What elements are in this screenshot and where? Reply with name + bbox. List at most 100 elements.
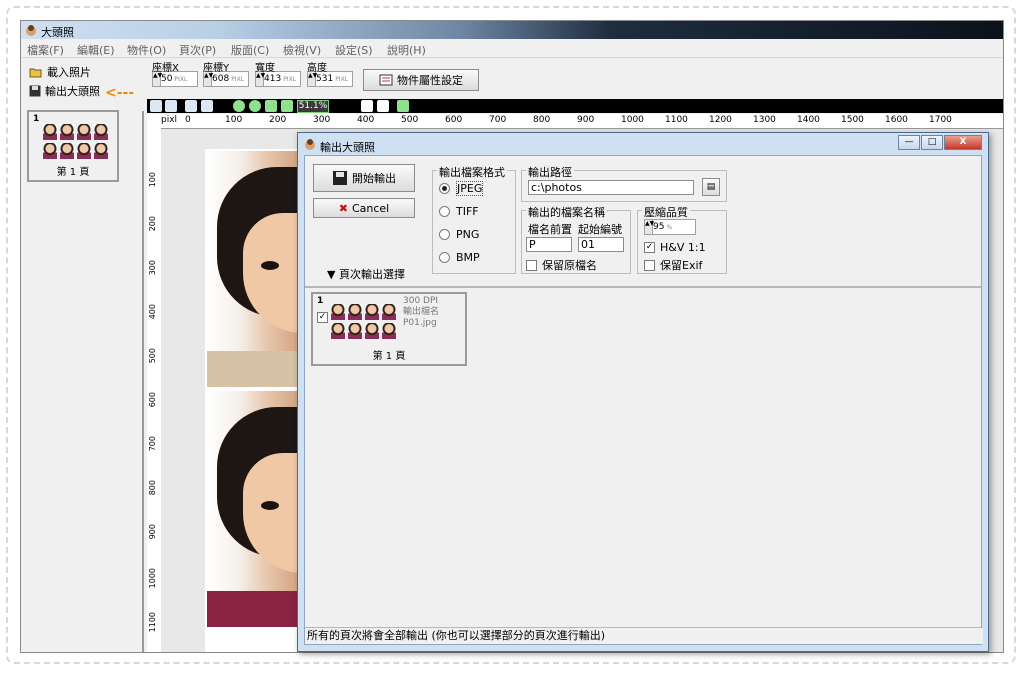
dialog-app-icon (305, 139, 315, 150)
menu-view[interactable]: 檢視(V) (283, 42, 321, 58)
close-button[interactable]: X (944, 135, 982, 150)
vruler-tick: 1100 (148, 612, 157, 633)
menu-bar: 檔案(F) 編輯(E) 物件(O) 頁次(P) 版面(C) 檢視(V) 設定(S… (21, 40, 1003, 58)
export-dialog: 輸出大頭照 — □ X 開始輸出 ✖ Cancel ▼ 頁次輸出選擇 輸出檔案格… (297, 132, 989, 652)
cancel-button[interactable]: ✖ Cancel (313, 198, 415, 218)
zoom-level: 51.1% (297, 100, 329, 113)
save-icon (333, 171, 347, 185)
quality-group: 壓縮品質 ▲▼ 95% ✓ H&V 1:1 保留Exif (637, 204, 727, 274)
vruler-tick: 600 (148, 392, 157, 408)
quality-input[interactable]: ▲▼ 95% (644, 219, 696, 235)
thumb-photos (43, 124, 108, 159)
redo-icon[interactable] (165, 100, 177, 112)
browse-folder-button[interactable]: ▤ (702, 178, 720, 196)
keep-exif-checkbox[interactable]: 保留Exif (644, 257, 702, 273)
app-icon (26, 25, 36, 36)
height-input[interactable]: ▲▼ 531 PIXL (307, 71, 353, 87)
copy-icon[interactable] (185, 100, 197, 112)
start-number-input[interactable]: 01 (578, 237, 624, 252)
format-group: 輸出檔案格式 JPEG TIFF PNG BMP (432, 164, 516, 274)
height-field: 高度 ▲▼ 531 PIXL (307, 59, 353, 87)
vertical-ruler: 100 200 300 400 500 600 700 800 900 1000 1100 (147, 114, 162, 652)
dialog-body: 開始輸出 ✖ Cancel ▼ 頁次輸出選擇 輸出檔案格式 JPEG TIFF … (304, 155, 983, 645)
hv-ratio-checkbox[interactable]: ✓ H&V 1:1 (644, 241, 706, 254)
path-group: 輸出路徑 c:\photos ▤ (521, 164, 727, 202)
export-photo-label: 輸出大頭照 (45, 85, 100, 98)
pointer-arrow: <--- (105, 85, 135, 101)
menu-edit[interactable]: 編輯(E) (77, 42, 115, 58)
panel-splitter[interactable] (142, 111, 144, 652)
page-thumbnail-item[interactable]: 1 ✓ 300 DPI 輸出檔名 P01.jpg 第 1 頁 (311, 292, 467, 366)
paste-icon[interactable] (201, 100, 213, 112)
coord-y-field: 座標Y ▲▼ 608 PIXL (203, 59, 249, 87)
prefix-label: 檔名前置 (528, 223, 572, 236)
load-photo-label: 載入照片 (47, 66, 91, 79)
radio-tiff[interactable]: TIFF (439, 205, 479, 218)
thumb-number: 1 (33, 114, 40, 124)
vruler-tick: 800 (148, 480, 157, 496)
start-export-button[interactable]: 開始輸出 (313, 164, 415, 192)
thumb-photos (331, 304, 396, 339)
width-input[interactable]: ▲▼ 413 PIXL (255, 71, 301, 87)
page-select-checkbox[interactable]: ✓ (317, 312, 328, 323)
zoom-in-icon[interactable] (233, 100, 245, 112)
menu-settings[interactable]: 設定(S) (335, 42, 373, 58)
status-bar: 所有的頁次將會全部輸出 (你也可以選擇部分的頁次進行輸出) (305, 627, 983, 644)
maximize-button[interactable]: □ (921, 135, 943, 150)
dialog-title: 輸出大頭照 (320, 141, 375, 154)
width-field: 寬度 ▲▼ 413 PIXL (255, 59, 301, 87)
vruler-tick: 900 (148, 524, 157, 540)
zoom-out-icon[interactable] (249, 100, 261, 112)
hand-icon[interactable] (377, 100, 389, 112)
radio-jpeg[interactable]: JPEG (439, 181, 484, 196)
export-photo-button[interactable]: 輸出大頭照 (29, 83, 100, 99)
canvas-toolbar: 51.1% (147, 99, 1003, 113)
vruler-tick: 500 (148, 348, 157, 364)
page-thumbnail[interactable]: 1 第 1 頁 (27, 110, 119, 182)
coord-y-input[interactable]: ▲▼ 608 PIXL (203, 71, 249, 87)
left-panel: 載入照片 輸出大頭照 <--- 1 第 1 頁 (21, 58, 143, 652)
save-icon (29, 85, 41, 97)
vruler-tick: 200 (148, 216, 157, 232)
menu-file[interactable]: 檔案(F) (27, 42, 64, 58)
width-label: 寬度 (255, 63, 275, 74)
coord-x-field: 座標X ▲▼ 50 PIXL (152, 59, 198, 87)
coord-x-label: 座標X (152, 63, 179, 74)
actual-size-icon[interactable] (281, 100, 293, 112)
vruler-tick: 400 (148, 304, 157, 320)
add-icon[interactable] (397, 100, 409, 112)
vruler-tick: 700 (148, 436, 157, 452)
menu-layout[interactable]: 版面(C) (231, 42, 269, 58)
title-bar: 大頭照 (21, 21, 1003, 39)
window-title: 大頭照 (41, 26, 74, 39)
coord-y-label: 座標Y (203, 63, 230, 74)
path-input[interactable]: c:\photos (528, 180, 694, 195)
pointer-icon[interactable] (361, 100, 373, 112)
fit-icon[interactable] (265, 100, 277, 112)
object-properties-button[interactable]: 物件屬性設定 (363, 69, 479, 91)
keep-filename-checkbox[interactable]: 保留原檔名 (526, 257, 597, 273)
menu-object[interactable]: 物件(O) (127, 42, 166, 58)
cancel-x-icon: ✖ (338, 201, 348, 215)
menu-help[interactable]: 說明(H) (387, 42, 426, 58)
undo-icon[interactable] (150, 100, 162, 112)
folder-tree-icon: ▤ (706, 182, 716, 192)
radio-png[interactable]: PNG (439, 228, 479, 241)
properties-icon (379, 74, 393, 86)
load-photo-button[interactable]: 載入照片 (29, 64, 91, 80)
horizontal-ruler: pixl 0 100 200 300 400 500 600 700 800 9… (161, 114, 1003, 129)
vruler-tick: 300 (148, 260, 157, 276)
vruler-tick: 1000 (148, 568, 157, 589)
prefix-input[interactable]: P (526, 237, 572, 252)
start-number-label: 起始編號 (578, 223, 622, 236)
filename-group: 輸出的檔案名稱 檔名前置 起始編號 P 01 保留原檔名 (521, 204, 631, 274)
vruler-tick: 100 (148, 172, 157, 188)
thumb-page-label: 第 1 頁 (56, 167, 90, 178)
menu-page[interactable]: 頁次(P) (179, 42, 216, 58)
folder-open-icon (29, 68, 42, 78)
minimize-button[interactable]: — (898, 135, 920, 150)
radio-bmp[interactable]: BMP (439, 251, 480, 264)
page-select-toggle[interactable]: ▼ 頁次輸出選擇 (327, 266, 405, 282)
height-label: 高度 (307, 63, 327, 74)
thumb-info: 300 DPI 輸出檔名 P01.jpg (403, 296, 440, 328)
